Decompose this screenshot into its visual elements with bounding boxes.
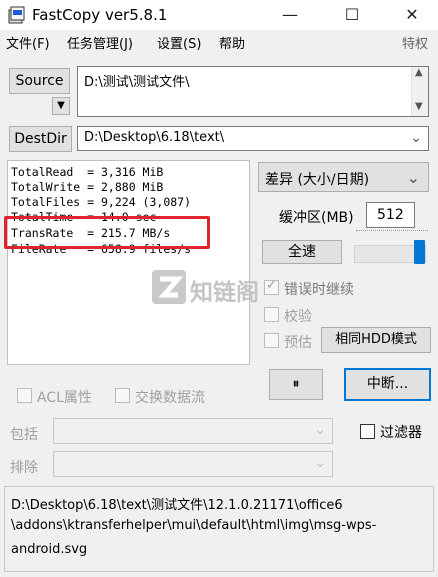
current-file-status: D:\Desktop\6.18\text\测试文件\12.1.0.21171\o… <box>4 486 434 572</box>
buffer-input[interactable]: 512 <box>366 202 415 228</box>
stat-total-files: TotalFiles = 9,224 (3,087) <box>11 195 192 209</box>
stop-button[interactable]: 中断... <box>344 368 431 401</box>
destdir-button[interactable]: DestDir <box>9 126 72 152</box>
menu-settings[interactable]: 设置(S) <box>157 36 201 54</box>
speed-slider-thumb[interactable] <box>414 240 425 264</box>
acl-checkbox[interactable] <box>17 388 32 403</box>
hdd-mode-button[interactable]: 相同HDD模式 <box>321 327 431 353</box>
filter-checkbox[interactable] <box>360 424 375 439</box>
exclude-combo[interactable]: ⌄ <box>53 451 333 477</box>
filter-label: 过滤器 <box>380 425 422 441</box>
estimate-checkbox[interactable] <box>264 333 279 348</box>
chevron-down-icon[interactable]: ⌄ <box>410 130 422 146</box>
stat-total-read: TotalRead = 3,316 MiB <box>11 165 164 179</box>
mode-combo[interactable]: 差异 (大小/日期) ⌄ <box>258 162 429 192</box>
exclude-label: 排除 <box>10 460 38 476</box>
continue-on-error-label: 错误时继续 <box>284 282 354 298</box>
menu-privilege[interactable]: 特权 <box>402 36 428 54</box>
destdir-path-text: D:\Desktop\6.18\text\ <box>84 130 225 145</box>
status-line-3: android.svg <box>11 542 88 557</box>
destdir-path-combo[interactable]: D:\Desktop\6.18\text\ ⌄ <box>77 126 429 151</box>
fastcopy-app-icon <box>8 6 25 24</box>
chevron-down-icon: ▼ <box>57 100 65 111</box>
chevron-down-icon: ⌄ <box>314 455 326 471</box>
speed-button[interactable]: 全速 <box>262 240 342 264</box>
chevron-down-icon: ⌄ <box>406 168 420 187</box>
include-combo[interactable]: ⌄ <box>53 418 333 444</box>
window-title: FastCopy ver5.8.1 <box>32 6 168 24</box>
chevron-down-icon: ⌄ <box>314 422 326 438</box>
menu-task-manager[interactable]: 任务管理(J) <box>67 36 133 54</box>
pause-icon: ⏸ <box>292 376 300 392</box>
close-button[interactable]: ✕ <box>392 0 432 30</box>
ads-label: 交换数据流 <box>135 390 205 406</box>
acl-label: ACL属性 <box>37 390 92 406</box>
source-path-text: D:\测试\测试文件\ <box>84 75 190 90</box>
mode-selected: 差异 (大小/日期) <box>265 172 370 188</box>
status-line-2: \addons\ktransferhelper\mui\default\html… <box>11 518 377 533</box>
source-button[interactable]: Source <box>9 68 70 94</box>
source-scrollbar[interactable]: ▲ ▼ <box>411 67 428 116</box>
verify-checkbox[interactable] <box>264 307 279 322</box>
watermark-z-icon <box>152 270 186 304</box>
verify-label: 校验 <box>284 309 312 325</box>
ads-checkbox[interactable] <box>115 388 130 403</box>
watermark-text: 知链阁 <box>190 280 259 306</box>
scroll-up-icon[interactable]: ▲ <box>415 67 423 78</box>
pause-button[interactable]: ⏸ <box>269 369 323 400</box>
highlight-box <box>4 216 210 249</box>
check-icon: ✓ <box>266 278 277 293</box>
status-line-1: D:\Desktop\6.18\text\测试文件\12.1.0.21171\o… <box>11 498 343 513</box>
include-label: 包括 <box>10 427 38 443</box>
stat-total-write: TotalWrite = 2,880 MiB <box>11 180 164 194</box>
buffer-value: 512 <box>377 207 404 223</box>
speed-ticks <box>356 230 428 240</box>
estimate-label: 预估 <box>284 335 312 351</box>
stats-panel: TotalRead = 3,316 MiB TotalWrite = 2,880… <box>7 160 250 365</box>
scroll-down-icon[interactable]: ▼ <box>415 101 423 112</box>
menu-file[interactable]: 文件(F) <box>6 36 50 54</box>
maximize-button[interactable]: ☐ <box>332 0 372 30</box>
source-dropdown-button[interactable]: ▼ <box>52 97 70 115</box>
menu-help[interactable]: 帮助 <box>219 36 245 54</box>
source-path-field[interactable]: D:\测试\测试文件\ ▲ ▼ <box>77 66 429 117</box>
buffer-label: 缓冲区(MB) <box>279 210 354 226</box>
continue-on-error-checkbox[interactable]: ✓ <box>264 278 279 295</box>
minimize-button[interactable]: — <box>270 0 310 30</box>
